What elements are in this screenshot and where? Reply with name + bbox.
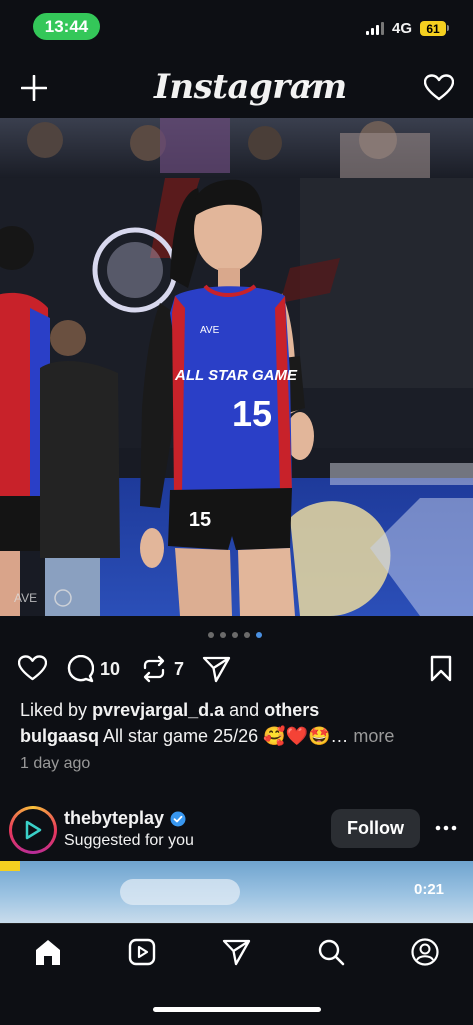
signal-icon: [366, 22, 384, 35]
status-time: 13:44: [33, 13, 100, 40]
comment-count[interactable]: 10: [100, 659, 120, 680]
home-icon[interactable]: [34, 938, 62, 966]
carousel-indicator: [208, 632, 262, 638]
messages-send-icon[interactable]: [222, 938, 251, 966]
jersey-sponsor: AVE: [200, 325, 220, 336]
jersey-text: ALL STAR GAME: [174, 367, 298, 384]
home-indicator: [153, 1007, 321, 1012]
likes-summary[interactable]: Liked by pvrevjargal_d.a and others: [20, 698, 319, 722]
photo-watermark: AVE: [14, 591, 37, 605]
repost-count[interactable]: 7: [174, 659, 184, 680]
post-caption[interactable]: bulgaasq All star game 25/26 🥰❤️🤩… more: [20, 724, 394, 748]
liked-by-username[interactable]: pvrevjargal_d.a: [92, 700, 224, 720]
like-heart-icon[interactable]: [18, 655, 47, 681]
follow-button[interactable]: Follow: [331, 809, 420, 848]
share-send-icon[interactable]: [202, 655, 231, 683]
likes-joiner: and: [229, 700, 260, 720]
likes-prefix: Liked by: [20, 700, 88, 720]
profile-avatar-icon[interactable]: [411, 938, 439, 966]
reels-icon[interactable]: [128, 938, 156, 966]
app-title[interactable]: Instagram: [154, 67, 347, 107]
shorts-number: 15: [189, 509, 211, 531]
jersey-number: 15: [232, 393, 272, 434]
post-photo[interactable]: ALL STAR GAME 15 AVE 15 AVE: [0, 118, 473, 616]
battery-tip: [447, 25, 449, 31]
search-icon[interactable]: [317, 938, 345, 966]
more-options-icon[interactable]: [435, 825, 457, 831]
caption-username[interactable]: bulgaasq: [20, 726, 99, 746]
play-logo-icon: [25, 820, 42, 840]
likes-others[interactable]: others: [264, 700, 319, 720]
suggested-avatar[interactable]: [9, 806, 57, 854]
caption-more-link[interactable]: more: [353, 726, 394, 746]
comment-bubble-icon[interactable]: [66, 655, 94, 683]
caption-text: All star game 25/26 🥰❤️🤩…: [103, 726, 349, 746]
repost-icon[interactable]: [141, 655, 167, 683]
suggested-video-preview[interactable]: 0:21: [0, 861, 473, 923]
heart-notifications-icon[interactable]: [424, 74, 454, 101]
suggested-username[interactable]: thebyteplay: [64, 808, 164, 829]
post-timestamp: 1 day ago: [20, 755, 91, 772]
verified-badge-icon: [170, 811, 186, 826]
save-bookmark-icon[interactable]: [430, 655, 452, 682]
create-post-plus-icon[interactable]: [21, 75, 47, 101]
chevron-down-icon[interactable]: [302, 80, 316, 90]
suggested-subtitle: Suggested for you: [64, 832, 194, 849]
video-duration: 0:21: [414, 881, 445, 898]
network-type: 4G: [392, 20, 413, 37]
battery-icon: 61: [420, 21, 446, 36]
